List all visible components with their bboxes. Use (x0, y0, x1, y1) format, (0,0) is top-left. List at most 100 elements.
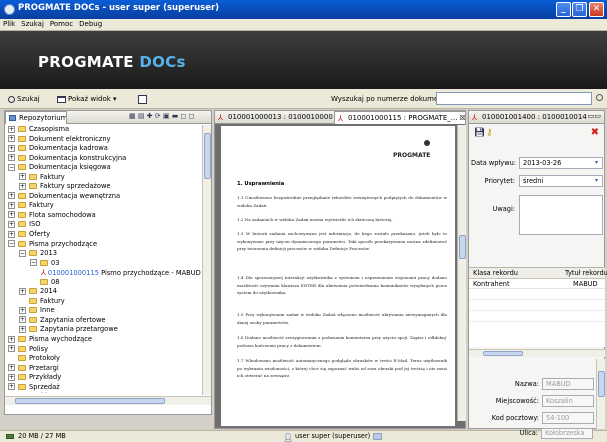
tree-hscroll[interactable] (5, 396, 211, 405)
expand-icon[interactable]: + (19, 325, 26, 333)
tab-doc-3[interactable]: ⅄ 010001001400 : 0100010014... (469, 111, 587, 124)
tree-doc-item[interactable]: ⅄ 010001000115 Pismo przychodzące - MABUD (5, 268, 201, 278)
expand-icon[interactable]: + (8, 201, 15, 209)
menu-plik[interactable]: Plik (0, 19, 18, 28)
tab-repository[interactable]: Repozytorium ☒ (5, 111, 67, 124)
tree-item[interactable]: + Inne (5, 306, 201, 316)
city-field[interactable]: Koszalin (542, 395, 594, 407)
collapse-icon[interactable]: − (8, 163, 15, 171)
minimize-icon[interactable]: _ (556, 2, 571, 17)
tree-item[interactable]: +Protokoły (5, 354, 201, 364)
tree-item-label: Dokumentacja księgowa (29, 163, 111, 172)
window-title: PROGMATE DOCs - user super (superuser) (18, 3, 220, 13)
menu-debug[interactable]: Debug (76, 19, 105, 28)
tree-item[interactable]: − Dokumentacja księgowa (5, 163, 201, 173)
restore-icon[interactable]: ❐ (572, 2, 587, 17)
menu-pomoc[interactable]: Pomoc (47, 19, 76, 28)
tree-item[interactable]: + Zapytania ofertowe (5, 316, 201, 326)
chevron-down-icon[interactable]: ▾ (592, 177, 601, 185)
expand-icon[interactable]: + (8, 192, 15, 200)
expand-icon[interactable]: + (19, 316, 26, 324)
name-label: Nazwa: (514, 380, 539, 388)
date-field[interactable]: 2013-03-26 ▾ (519, 157, 603, 169)
collapse-icon[interactable]: − (19, 249, 26, 257)
tree-item[interactable]: + Zapytania przetargowe (5, 325, 201, 335)
tree-item[interactable]: − 2013 (5, 249, 201, 259)
expand-icon[interactable]: + (8, 135, 15, 143)
remarks-textarea[interactable] (519, 195, 603, 235)
tree-item[interactable]: +2014 (5, 287, 201, 297)
expand-icon[interactable]: + (8, 345, 15, 353)
tree-item[interactable]: +Faktury (5, 173, 201, 183)
form-vscroll[interactable] (596, 359, 605, 429)
folder-icon (29, 173, 37, 180)
expand-icon[interactable]: + (8, 211, 15, 219)
tree-item[interactable]: +Faktury (5, 201, 201, 211)
layout-icon[interactable] (138, 92, 148, 106)
tab-doc-1[interactable]: ⅄ 010001000013 : 0100010000... (215, 111, 333, 124)
tree-item[interactable]: + Faktury sprzedażowe (5, 182, 201, 192)
expand-icon[interactable]: + (8, 125, 15, 133)
tree-item[interactable]: + Dokument elektroniczny (5, 135, 201, 145)
expand-icon[interactable]: + (8, 154, 15, 162)
app-icon (4, 4, 15, 15)
tree-item[interactable]: + Dokumentacja konstrukcyjna (5, 154, 201, 164)
tree-item-label: Sprzedaż (29, 382, 60, 391)
tree-item[interactable]: + Dokumentacja kadrowa (5, 144, 201, 154)
tab-doc-2[interactable]: ⅄ 010001000115 : PROGMATE_... ☒ (334, 111, 466, 124)
magnifier-icon[interactable] (596, 92, 603, 106)
expand-icon[interactable]: + (8, 230, 15, 238)
tree-item[interactable]: + Czasopisma (5, 125, 201, 135)
col-record-class[interactable]: Klasa rekordu (473, 268, 518, 279)
save-icon[interactable]: 💾︎ (474, 128, 485, 138)
tree-item[interactable]: + Dokumentacja wewnętrzna (5, 192, 201, 202)
expand-icon[interactable]: + (8, 373, 15, 381)
panel-minmax-icon[interactable]: ▭▭ (588, 112, 601, 120)
search-button[interactable]: Szukaj (8, 92, 40, 106)
table-row[interactable]: Kontrahent MABUD (469, 279, 605, 289)
street-field[interactable]: Kołobrzeska (541, 428, 593, 439)
tree-item[interactable]: − Pisma przychodzące (5, 240, 201, 250)
expand-icon[interactable]: + (19, 306, 26, 314)
toolbar-icons[interactable]: ▦ ▤ ✚ ⟳ ▣ ▬ ◻ ◻ (129, 112, 194, 120)
collapse-icon[interactable]: − (8, 240, 15, 248)
expand-icon[interactable]: + (19, 182, 26, 190)
expand-icon[interactable]: + (8, 335, 15, 343)
expand-icon[interactable]: + (19, 287, 26, 295)
zip-field[interactable]: 54-100 (542, 412, 594, 424)
name-field[interactable]: MABUD (542, 378, 594, 390)
document-tabs: ⅄ 010001000013 : 0100010000... ⅄ 010001000… (215, 111, 466, 124)
tree-vscroll[interactable] (202, 125, 211, 395)
close-icon[interactable]: ✕ (589, 2, 604, 17)
tree-item[interactable]: + Flota samochodowa (5, 211, 201, 221)
show-view-button[interactable]: Pokaż widok ▾ (57, 92, 117, 106)
priority-select[interactable]: średni ▾ (519, 175, 603, 187)
tree-item[interactable]: + ISO (5, 220, 201, 230)
menu-szukaj[interactable]: Szukaj (18, 19, 47, 28)
expand-icon[interactable]: + (19, 173, 26, 181)
tree-item[interactable]: + Przykłady (5, 373, 201, 383)
col-record-title[interactable]: Tytuł rekordu (565, 268, 607, 279)
expand-icon[interactable]: + (8, 220, 15, 228)
tree-item[interactable]: + Pisma wychodzące (5, 335, 201, 345)
expand-icon[interactable]: + (8, 364, 15, 372)
records-table: Klasa rekordu Tytuł rekordu Kontrahent M… (469, 267, 607, 347)
collapse-icon[interactable]: − (30, 259, 37, 267)
delete-icon[interactable]: ✖ (591, 127, 599, 138)
tree-item[interactable]: + Sprzedaż (5, 383, 201, 393)
tree-item[interactable]: +Szablony (5, 392, 201, 393)
tree-item[interactable]: − 03 (5, 259, 201, 269)
table-hscroll[interactable] (469, 349, 605, 357)
doc-vscroll[interactable] (457, 125, 466, 421)
tree-item[interactable]: +08 (5, 278, 201, 288)
tree-item[interactable]: + Oferty (5, 230, 201, 240)
expand-icon[interactable]: + (8, 383, 15, 391)
tree-doc-number: 010001000115 (47, 269, 99, 278)
doc-number-input[interactable] (436, 92, 592, 105)
tree-item[interactable]: + Przetargi (5, 364, 201, 374)
chevron-down-icon[interactable]: ▾ (592, 159, 601, 167)
expand-icon[interactable]: + (8, 144, 15, 152)
tree-item[interactable]: +Faktury (5, 297, 201, 307)
unlock-icon[interactable]: ⚷ (486, 128, 493, 138)
tree-item[interactable]: + Polisy (5, 345, 201, 355)
